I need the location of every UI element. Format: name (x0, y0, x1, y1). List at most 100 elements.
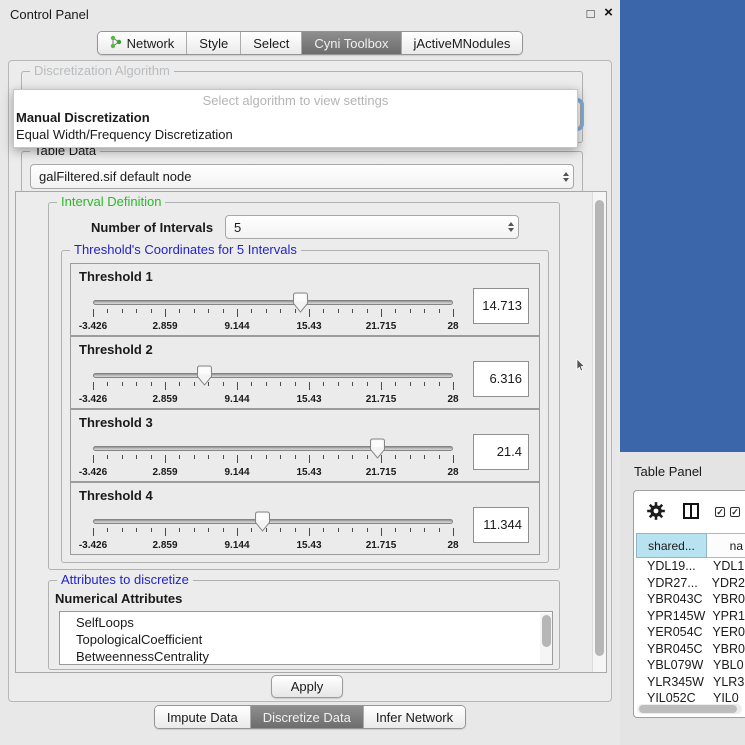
cell-name[interactable]: YLR3 (710, 674, 745, 691)
slider-tick (395, 455, 396, 459)
bottom-tab-discretize-data[interactable]: Discretize Data (251, 706, 364, 728)
cell-name[interactable]: YBR0 (709, 641, 745, 658)
slider-tick (453, 528, 454, 536)
cell-name[interactable]: YBL0 (710, 657, 745, 674)
table-rows: YDL19...YDL1YDR27...YDR2YBR043CYBR0YPR14… (636, 558, 745, 702)
dropdown-option-equal-width-frequency[interactable]: Equal Width/Frequency Discretization (16, 127, 233, 142)
cell-name[interactable]: YPR1 (709, 608, 745, 625)
cell-name[interactable]: YER0 (709, 624, 745, 641)
slider-tick-label: 9.144 (224, 540, 249, 551)
table-row[interactable]: YBR045CYBR0 (636, 641, 745, 658)
threshold-4-value-field[interactable]: 11.344 (473, 507, 529, 543)
checked-checkbox-icon[interactable]: ✓ (715, 507, 725, 517)
split-columns-icon[interactable] (683, 503, 699, 519)
slider-tick (93, 528, 94, 536)
slider-tick-label: 2.859 (152, 321, 177, 332)
group-label: Discretization Algorithm (30, 63, 174, 78)
cell-shared-name[interactable]: YDR27... (636, 575, 709, 592)
table-row[interactable]: YDR27...YDR2 (636, 575, 745, 592)
slider-tick (179, 528, 180, 532)
float-window-icon[interactable]: □ (583, 6, 598, 21)
slider-tick (136, 455, 137, 459)
slider-thumb[interactable] (370, 438, 385, 462)
tab-jactivemnodules[interactable]: jActiveMNodules (402, 32, 523, 54)
column-header-shared-name[interactable]: shared... (636, 533, 707, 558)
column-header-name[interactable]: na (707, 533, 745, 558)
attributes-scrollbar[interactable] (540, 613, 552, 665)
threshold-label: Threshold 1 (79, 269, 153, 284)
table-horizontal-scrollbar[interactable] (637, 704, 742, 714)
table-row[interactable]: YPR145WYPR1 (636, 608, 745, 625)
numerical-attributes-list[interactable]: SelfLoopsTopologicalCoefficientBetweenne… (59, 611, 553, 665)
cell-name[interactable]: YDR2 (709, 575, 745, 592)
slider-thumb[interactable] (255, 511, 270, 535)
slider-thumb[interactable] (293, 292, 308, 316)
cell-shared-name[interactable]: YBL079W (636, 657, 710, 674)
slider-tick (280, 528, 281, 532)
gear-icon[interactable] (647, 502, 665, 520)
slider-tick (165, 382, 166, 390)
table-row[interactable]: YBL079WYBL0 (636, 657, 745, 674)
slider-tick (439, 455, 440, 459)
cell-shared-name[interactable]: YPR145W (636, 608, 709, 625)
cell-shared-name[interactable]: YER054C (636, 624, 709, 641)
threshold-label: Threshold 3 (79, 415, 153, 430)
slider-tick (266, 455, 267, 459)
table-panel-region: Table Panel (620, 452, 745, 745)
cell-name[interactable]: YBR0 (709, 591, 745, 608)
slider-tick (410, 528, 411, 532)
slider-tick-label: 15.43 (296, 467, 321, 478)
slider-track[interactable] (93, 519, 453, 524)
slider-track[interactable] (93, 373, 453, 378)
slider-track[interactable] (93, 446, 453, 451)
table-row[interactable]: YLR345WYLR3 (636, 674, 745, 691)
threshold-3-value-field[interactable]: 21.4 (473, 434, 529, 470)
bottom-tab-impute-data[interactable]: Impute Data (155, 706, 251, 728)
table-row[interactable]: YER054CYER0 (636, 624, 745, 641)
slider-tick (223, 309, 224, 313)
checked-checkbox-icon[interactable]: ✓ (730, 507, 740, 517)
slider-thumb[interactable] (197, 365, 212, 389)
threshold-2-slider[interactable]: -3.4262.8599.14415.4321.71528 (93, 365, 453, 407)
scrollbar-thumb[interactable] (639, 705, 737, 713)
table-row[interactable]: YDL19...YDL1 (636, 558, 745, 575)
apply-button[interactable]: Apply (271, 675, 343, 698)
threshold-2-value-field[interactable]: 6.316 (473, 361, 529, 397)
slider-track[interactable] (93, 300, 453, 305)
cell-shared-name[interactable]: YLR345W (636, 674, 710, 691)
cell-shared-name[interactable]: YIL052C (636, 690, 710, 702)
slider-tick (395, 528, 396, 532)
attribute-item-topologicalcoefficient[interactable]: TopologicalCoefficient (60, 631, 552, 648)
tab-cyni-toolbox[interactable]: Cyni Toolbox (302, 32, 401, 54)
slider-tick (453, 309, 454, 317)
cell-name[interactable]: YIL0 (710, 690, 745, 702)
dropdown-option-manual-discretization[interactable]: Manual Discretization (16, 110, 150, 125)
threshold-1-value-field[interactable]: 14.713 (473, 288, 529, 324)
scrollbar-thumb[interactable] (595, 200, 604, 656)
cell-name[interactable]: YDL1 (710, 558, 745, 575)
threshold-4-slider[interactable]: -3.4262.8599.14415.4321.71528 (93, 511, 453, 553)
attribute-item-betweennesscentrality[interactable]: BetweennessCentrality (60, 648, 552, 665)
tab-network[interactable]: Network (98, 32, 188, 54)
threshold-1-slider[interactable]: -3.4262.8599.14415.4321.71528 (93, 292, 453, 334)
tab-style[interactable]: Style (187, 32, 241, 54)
number-of-intervals-combobox[interactable]: 5 (225, 215, 519, 239)
slider-tick (367, 382, 368, 386)
cell-shared-name[interactable]: YDL19... (636, 558, 710, 575)
threshold-3-slider[interactable]: -3.4262.8599.14415.4321.71528 (93, 438, 453, 480)
tab-select[interactable]: Select (241, 32, 302, 54)
settings-vertical-scrollbar[interactable] (592, 192, 606, 672)
slider-tick (352, 528, 353, 532)
bottom-tab-infer-network[interactable]: Infer Network (364, 706, 465, 728)
scrollbar-thumb[interactable] (542, 615, 551, 647)
cell-shared-name[interactable]: YBR045C (636, 641, 709, 658)
close-icon[interactable]: × (601, 5, 616, 20)
slider-tick-label: 9.144 (224, 394, 249, 405)
attribute-item-selfloops[interactable]: SelfLoops (60, 614, 552, 631)
table-row[interactable]: YIL052CYIL0 (636, 690, 745, 702)
table-row[interactable]: YBR043CYBR0 (636, 591, 745, 608)
algorithm-dropdown-popup: Select algorithm to view settings Manual… (13, 89, 578, 148)
table-data-combobox[interactable]: galFiltered.sif default node (30, 164, 574, 189)
cell-shared-name[interactable]: YBR043C (636, 591, 709, 608)
slider-tick (208, 309, 209, 313)
